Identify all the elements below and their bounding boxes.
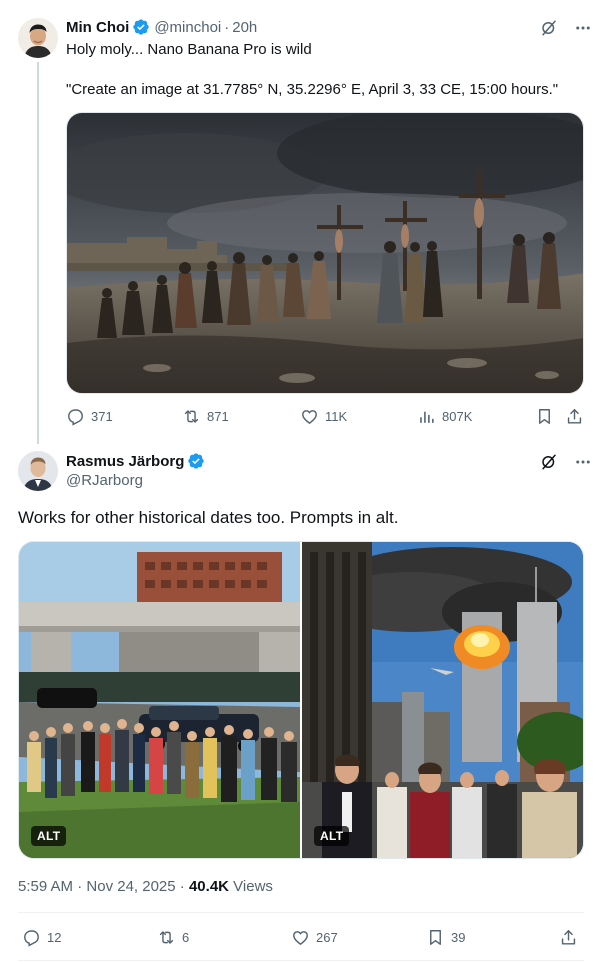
avatar-image [18, 451, 58, 491]
bookmark-count: 39 [451, 930, 466, 945]
repost-count: 871 [207, 409, 229, 424]
towers-scene-image [302, 542, 583, 858]
image-911-towers[interactable]: ALT [302, 542, 583, 858]
repost-icon [184, 410, 199, 423]
bookmark-button[interactable]: 39 [426, 928, 465, 947]
grok-icon[interactable] [539, 18, 559, 38]
tweet2-media-grid: ALT ALT [18, 541, 584, 859]
post-date[interactable]: Nov 24, 2025 [86, 878, 175, 895]
avatar-image [18, 18, 58, 58]
like-button[interactable]: 11K [300, 407, 347, 426]
reply-button[interactable]: 371 [66, 407, 113, 426]
author-handle[interactable]: @minchoi [154, 19, 221, 36]
like-icon [302, 410, 317, 425]
like-count: 267 [316, 930, 338, 945]
author-name[interactable]: Min Choi [66, 19, 129, 36]
thread-line [37, 62, 39, 444]
repost-button[interactable]: 871 [182, 407, 229, 426]
avatar-rasmus[interactable] [18, 451, 58, 491]
grok-icon[interactable] [539, 452, 559, 472]
tweet-min-choi: Min Choi @minchoi · 20h Holy moly... Nan… [0, 0, 599, 444]
bookmark-button[interactable] [535, 407, 554, 426]
more-icon[interactable] [573, 452, 593, 472]
verified-icon [133, 19, 150, 35]
separator-dot: · [224, 18, 230, 36]
image-dallas-motorcade[interactable]: ALT [19, 542, 300, 858]
repost-button[interactable]: 6 [157, 928, 189, 947]
reply-count: 12 [47, 930, 62, 945]
like-icon [293, 931, 308, 946]
views-count[interactable]: 40.4K [189, 878, 229, 895]
author-handle[interactable]: @RJarborg [66, 472, 143, 489]
like-button[interactable]: 267 [291, 928, 338, 947]
tweet-top-icons [539, 18, 593, 38]
bookmark-icon [430, 930, 441, 945]
tweet-image-crucifixion[interactable] [66, 112, 584, 394]
reply-icon [68, 409, 83, 426]
verified-icon [188, 453, 205, 469]
repost-count: 6 [182, 930, 190, 945]
reply-button[interactable]: 12 [22, 928, 61, 947]
tweet2-header: Rasmus Järborg [66, 452, 209, 470]
tweet-text-line-1: Holy moly... Nano Banana Pro is wild [66, 41, 312, 58]
tweet2-top-icons [539, 452, 593, 472]
post-time[interactable]: 5:59 AM [18, 878, 73, 895]
separator-dot-2: · [179, 878, 185, 895]
author-name[interactable]: Rasmus Järborg [66, 453, 184, 470]
author-handle-row: @RJarborg [66, 472, 143, 489]
divider-bottom [18, 960, 584, 961]
views-count: 807K [442, 409, 473, 424]
views-icon [420, 411, 434, 423]
repost-icon [159, 931, 174, 944]
alt-badge-left[interactable]: ALT [31, 826, 67, 846]
share-icon [561, 930, 576, 945]
views-button[interactable]: 807K [417, 407, 472, 426]
separator-dot: · [77, 878, 83, 895]
like-count: 11K [325, 409, 348, 424]
more-icon[interactable] [573, 18, 593, 38]
reply-icon [24, 930, 39, 947]
tweet-time[interactable]: 20h [232, 19, 257, 36]
share-button[interactable] [559, 928, 578, 947]
alt-badge-right[interactable]: ALT [314, 826, 350, 846]
tweet2-meta: 5:59 AM · Nov 24, 2025 · 40.4K Views [18, 878, 273, 895]
share-icon [567, 409, 582, 424]
tweet2-text: Works for other historical dates too. Pr… [18, 508, 399, 527]
tweet-header: Min Choi @minchoi · 20h [66, 18, 257, 36]
share-button[interactable] [565, 407, 584, 426]
crucifixion-scene-image [67, 113, 583, 393]
avatar[interactable] [18, 18, 58, 58]
reply-count: 371 [91, 409, 113, 424]
tweet-text-line-2: "Create an image at 31.7785° N, 35.2296°… [66, 81, 559, 98]
divider-top [18, 912, 584, 913]
bookmark-icon [539, 409, 550, 424]
motorcade-scene-image [19, 542, 300, 858]
views-label: Views [233, 878, 273, 895]
